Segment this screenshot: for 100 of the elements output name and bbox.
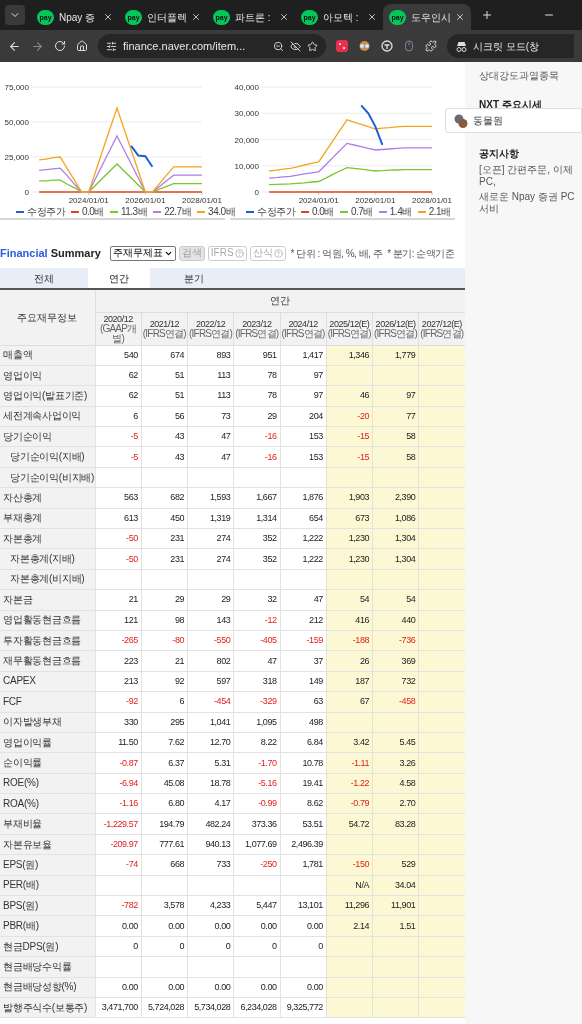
year-header-cell: 2020/12 (GAAP개별)	[95, 312, 142, 345]
row-label: FCF	[0, 691, 95, 713]
axis-label: 2024/01/01	[68, 196, 109, 205]
legend-label: 수정주가	[257, 207, 295, 217]
close-icon[interactable]	[367, 12, 377, 22]
row-label: 당기순이익(지배)	[0, 446, 95, 468]
row-label: 세전계속사업이익	[0, 406, 95, 427]
row-label: ROE(%)	[0, 773, 95, 794]
close-icon[interactable]	[455, 12, 465, 22]
row-label: 자본총계(비지배)	[0, 569, 95, 590]
period-tab[interactable]: 전체	[13, 268, 75, 288]
year-header-cell: 2021/12 (IFRS연결)	[141, 312, 188, 345]
row-label: 현금배당성향(%)	[0, 977, 95, 998]
home-icon[interactable]	[76, 40, 88, 52]
row-label: 영업이익	[0, 365, 95, 386]
address-bar[interactable]: finance.naver.com/item...	[98, 34, 326, 58]
legend-label: 0.7배	[350, 207, 373, 217]
year-header-cell: 2027/12(E) (IFRS연결)	[418, 312, 465, 345]
year-header-cell: 2022/12 (IFRS연결)	[187, 312, 234, 345]
row-label: 부채비율	[0, 814, 95, 835]
row-label: 자본금	[0, 589, 95, 611]
row-label: 자본총계(지배)	[0, 548, 95, 570]
period-tab[interactable]: 연간	[88, 268, 150, 288]
new-tab-icon[interactable]	[481, 9, 493, 21]
row-label: 순이익률	[0, 752, 95, 774]
legend-label: 22.7배	[164, 207, 192, 217]
tab-title: 도우인시	[411, 10, 450, 25]
period-tab[interactable]: 분기	[163, 268, 225, 288]
summary-title: Financial	[0, 245, 48, 261]
legend-label: 11.3배	[120, 207, 148, 217]
row-label: 자산총계	[0, 487, 95, 509]
bookmark-star-icon[interactable]	[307, 40, 318, 52]
mouse-icon[interactable]	[403, 40, 415, 52]
row-label: 현금배당수익률	[0, 956, 95, 978]
close-icon[interactable]	[279, 12, 289, 22]
year-header-cell: 2025/12(E) (IFRS연결)	[326, 312, 373, 345]
row-label: 재무활동현금흐름	[0, 650, 95, 672]
legend-label: 34.0배	[208, 207, 236, 217]
row-label: 영업이익(발표기준)	[0, 385, 95, 407]
close-icon[interactable]	[191, 12, 201, 22]
row-label: EPS(원)	[0, 854, 95, 876]
avatar-icon	[454, 113, 468, 128]
back-icon[interactable]	[8, 39, 21, 53]
select-field[interactable]: 주재무제표	[109, 245, 176, 261]
popup-label: 동물원	[473, 114, 503, 128]
axis-label: 25,000	[4, 153, 29, 162]
axis-label: 30,000	[234, 109, 259, 119]
section-title: 공지사항	[479, 147, 520, 161]
row-label: 영업이익률	[0, 732, 95, 753]
incognito-icon	[455, 40, 468, 52]
eye-off-icon[interactable]	[290, 40, 301, 52]
year-header-cell: 2024/12 (IFRS연결)	[280, 312, 327, 345]
summary-title: Summary	[50, 245, 101, 261]
help-icon	[273, 248, 283, 258]
tab-title: 파트론 :	[235, 10, 272, 25]
header-cell: 연간	[95, 290, 465, 312]
axis-label: 0	[24, 188, 29, 197]
extensions-icon[interactable]	[425, 40, 437, 52]
row-label: 투자활동현금흐름	[0, 630, 95, 651]
row-label: 자본총계	[0, 528, 95, 549]
tab-list-button[interactable]	[5, 5, 25, 25]
row-label: 매출액	[0, 345, 95, 366]
axis-label: 2028/01/01	[182, 196, 222, 205]
notice-link[interactable]: [오픈] 간편주문, 이제 PC,	[479, 164, 582, 188]
row-label: 부채총계	[0, 508, 95, 529]
row-label: BPS(원)	[0, 895, 95, 916]
legend-label: 1.4배	[389, 207, 412, 217]
forward-icon[interactable]	[31, 39, 44, 53]
goggles-icon[interactable]	[358, 41, 371, 51]
row-label: PBR(배)	[0, 915, 95, 937]
legend-label: 0.0배	[82, 207, 104, 217]
site-info-icon[interactable]	[106, 40, 117, 52]
axis-label: 10,000	[234, 161, 259, 171]
row-label: 현금DPS(원)	[0, 936, 95, 957]
profile-button[interactable]: 시크릿 모드(창	[447, 34, 574, 58]
select-value: 주재무제표	[112, 248, 163, 258]
axis-label: 0	[254, 188, 259, 197]
extension-icon[interactable]	[336, 40, 348, 52]
axis-label: 75,000	[4, 83, 29, 92]
row-label: ROA(%)	[0, 793, 95, 814]
axis-label: 2026/01/01	[355, 196, 396, 205]
row-label: PER(배)	[0, 875, 95, 896]
axis-label: 40,000	[234, 83, 259, 92]
axis-label: 50,000	[4, 118, 29, 127]
axis-label: 2028/01/01	[412, 196, 452, 205]
row-label: 이자발생부채	[0, 712, 95, 733]
year-header-cell: 2026/12(E) (IFRS연결)	[372, 312, 419, 345]
notice-link[interactable]: 새로운 Npay 증권 PC 서비	[479, 191, 582, 215]
legend-label: 2.1배	[428, 207, 451, 217]
row-label: 발행주식수(보통주)	[0, 997, 95, 1018]
tab-title: 인터플렉	[147, 10, 186, 25]
sidebar-link[interactable]: 상대강도과열종목	[479, 68, 582, 83]
row-label: 자본유보율	[0, 834, 95, 855]
zoom-icon[interactable]	[273, 40, 284, 52]
header-cell: 주요재무정보	[0, 290, 95, 345]
reload-icon[interactable]	[54, 40, 66, 52]
tab-title: Npay 증	[59, 10, 97, 25]
close-icon[interactable]	[103, 12, 113, 22]
row-label: CAPEX	[0, 671, 95, 692]
circle-icon[interactable]	[381, 40, 393, 52]
